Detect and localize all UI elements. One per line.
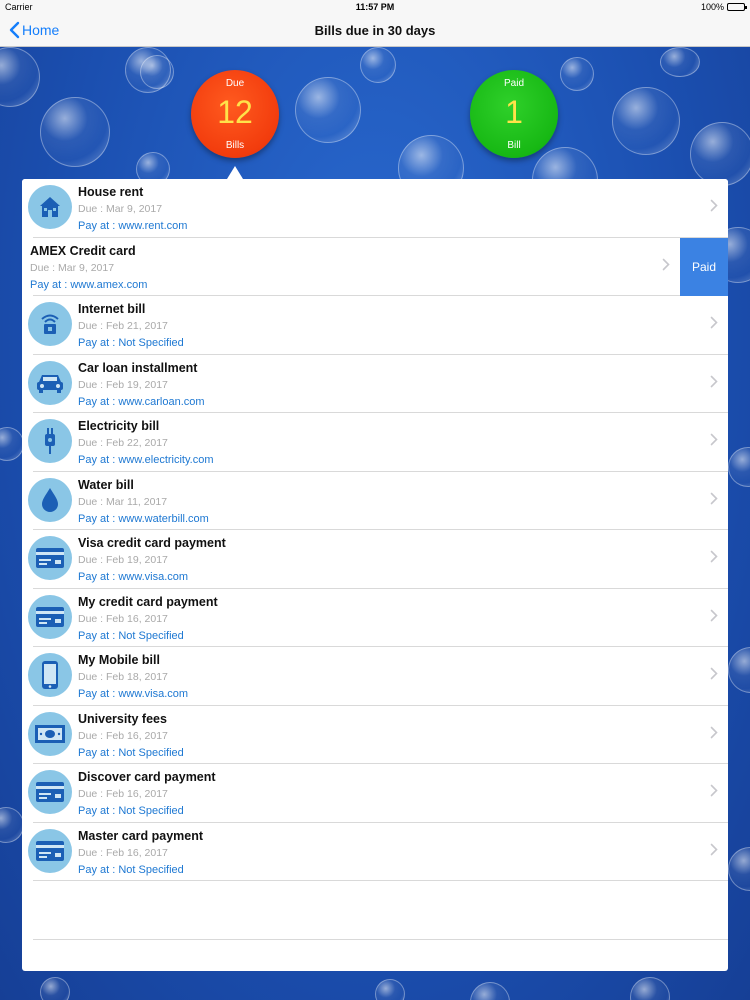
due-counter-unit: Bills	[225, 140, 245, 151]
bill-row[interactable]: Car loan installment Due : Feb 19, 2017 Pa…	[22, 354, 728, 413]
bill-row[interactable]: Visa credit card payment Due : Feb 19, 20…	[22, 530, 728, 589]
bill-pay-at: Pay at : www.visa.com	[78, 571, 189, 583]
bill-row[interactable]: Master card payment Due : Feb 16, 2017 Pay…	[22, 822, 728, 881]
bill-due-date: Due : Feb 19, 2017	[78, 554, 168, 566]
battery-indicator: 100%	[700, 2, 747, 12]
bill-due-date: Due : Feb 16, 2017	[78, 846, 168, 859]
bill-title: Discover card payment	[78, 770, 216, 784]
bill-title: Car loan installment	[78, 360, 198, 375]
bill-row[interactable]: University fees Due : Feb 16, 2017 Pay at …	[22, 705, 728, 764]
bill-title: Electricity bill	[78, 419, 160, 433]
banknote-icon	[28, 711, 72, 756]
bill-due-date: Due : Feb 19, 2017	[78, 378, 168, 391]
row-divider	[33, 938, 728, 940]
bill-due-date: Due : Mar 9, 2017	[30, 261, 115, 274]
battery-icon	[727, 3, 747, 11]
bill-due-date: Due : Mar 9, 2017	[78, 203, 163, 215]
chevron-right-icon	[710, 550, 718, 563]
navigation-bar: Home Bills due in 30 days	[0, 15, 750, 47]
credit-card-icon	[28, 594, 72, 639]
chevron-right-icon	[710, 784, 718, 797]
credit-card-icon	[28, 536, 72, 580]
bill-row[interactable]: My Mobile bill Due : Feb 18, 2017 Pay at :…	[22, 647, 728, 706]
bill-pay-at: Pay at : Not Specified	[78, 746, 184, 759]
bill-list: House rent Due : Mar 9, 2017 Pay at : www.…	[22, 179, 728, 971]
chevron-right-icon	[710, 843, 718, 855]
plug-icon	[28, 419, 72, 463]
bill-due-date: Due : Feb 18, 2017	[78, 671, 168, 683]
bill-row[interactable]: Discover card payment Due : Feb 16, 2017 P…	[22, 764, 728, 823]
status-bar: Carrier 11:57 PM 100%	[0, 0, 750, 15]
bill-due-date: Due : Feb 16, 2017	[78, 788, 168, 800]
selection-pointer	[227, 166, 243, 179]
paid-counter-count: 1	[505, 94, 523, 130]
bill-title: My credit card payment	[78, 594, 218, 609]
bill-row[interactable]: Electricity bill Due : Feb 22, 2017 Pay at…	[22, 413, 728, 472]
car-icon	[28, 360, 72, 405]
bill-pay-at: Pay at : Not Specified	[78, 337, 184, 349]
bill-pay-at: Pay at : www.carloan.com	[78, 395, 205, 408]
bill-title: My Mobile bill	[78, 653, 160, 667]
chevron-right-icon	[710, 375, 718, 387]
house-icon	[28, 185, 72, 229]
bill-due-date: Due : Feb 16, 2017	[78, 612, 168, 625]
paid-bills-counter[interactable]: Paid 1 Bill	[470, 70, 558, 158]
bill-row[interactable]: My credit card payment Due : Feb 16, 2017…	[22, 588, 728, 647]
paid-counter-unit: Bill	[507, 140, 521, 151]
bill-due-date: Due : Feb 21, 2017	[78, 320, 168, 332]
page-title: Bills due in 30 days	[314, 23, 436, 38]
bill-pay-at: Pay at : Not Specified	[78, 863, 184, 876]
bill-pay-at: Pay at : Not Specified	[78, 805, 184, 817]
chevron-right-icon	[710, 492, 718, 504]
bill-due-date: Due : Feb 16, 2017	[78, 729, 168, 742]
bill-pay-at: Pay at : www.electricity.com	[78, 454, 214, 466]
bill-due-date: Due : Feb 22, 2017	[78, 437, 168, 449]
wifi-router-icon	[28, 302, 72, 346]
row-divider	[33, 880, 728, 881]
credit-card-icon	[28, 770, 72, 814]
bill-pay-at: Pay at : Not Specified	[78, 629, 184, 642]
bill-due-date: Due : Mar 11, 2017	[78, 495, 168, 508]
bill-pay-at: Pay at : www.rent.com	[78, 220, 188, 232]
paid-counter-label: Paid	[503, 78, 524, 89]
water-drop-icon	[28, 477, 72, 522]
bill-row[interactable]: House rent Due : Mar 9, 2017 Pay at : www.…	[22, 179, 728, 238]
chevron-right-icon	[710, 433, 718, 446]
bill-title: University fees	[78, 711, 167, 726]
due-counter-label: Due	[225, 78, 245, 89]
chevron-right-icon	[710, 316, 718, 329]
due-bills-counter[interactable]: Due 12 Bills	[191, 70, 279, 158]
bill-title: Water bill	[78, 477, 134, 492]
battery-percent: 100%	[700, 2, 724, 12]
bill-row[interactable]: Water bill Due : Mar 11, 2017 Pay at : www…	[22, 471, 728, 530]
bill-title: AMEX Credit card	[30, 243, 136, 258]
chevron-right-icon	[710, 199, 718, 212]
bill-title: Internet bill	[78, 302, 146, 316]
bill-title: House rent	[78, 185, 144, 199]
chevron-right-icon	[710, 609, 718, 621]
bill-pay-at: Pay at : www.visa.com	[78, 688, 189, 700]
mobile-phone-icon	[28, 653, 72, 697]
bill-pay-at: Pay at : www.amex.com	[30, 278, 148, 291]
bill-title: Master card payment	[78, 828, 204, 843]
bill-row[interactable]: AMEX Credit card Due : Mar 9, 2017 Pay at …	[22, 237, 728, 296]
clock: 11:57 PM	[355, 2, 395, 12]
due-counter-count: 12	[217, 94, 253, 130]
chevron-right-icon	[710, 726, 718, 738]
bill-row[interactable]: Internet bill Due : Feb 21, 2017 Pay at : …	[22, 296, 728, 355]
chevron-right-icon	[662, 258, 670, 270]
mark-paid-button[interactable]: Paid	[680, 237, 728, 296]
credit-card-icon	[28, 828, 72, 873]
chevron-right-icon	[710, 667, 718, 680]
bill-title: Visa credit card payment	[78, 536, 226, 550]
bill-pay-at: Pay at : www.waterbill.com	[78, 512, 209, 525]
